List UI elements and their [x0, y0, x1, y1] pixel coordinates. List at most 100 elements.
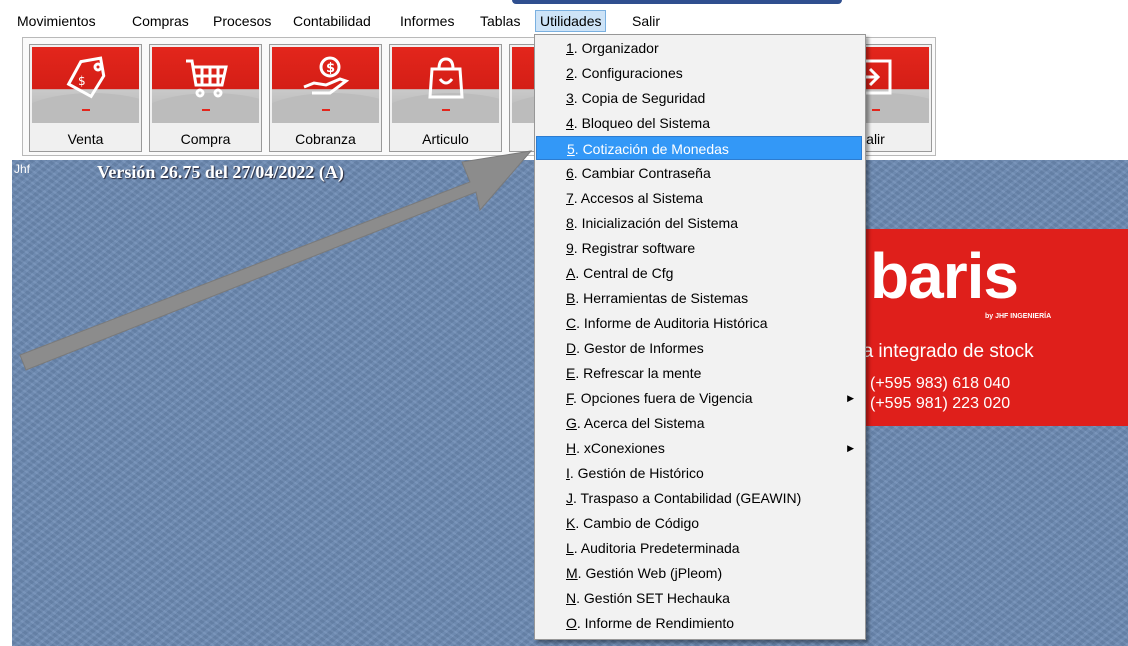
dropdown-item-label: . xConexiones [576, 440, 665, 456]
dropdown-item-accelerator: A [566, 265, 576, 281]
dropdown-item-accelerator: 2 [566, 65, 574, 81]
dropdown-item[interactable]: F. Opciones fuera de Vigencia ▶ [536, 386, 862, 410]
dropdown-item-label: . Registrar software [573, 240, 696, 256]
hand-coin-icon: $ [302, 56, 349, 95]
dropdown-item[interactable]: D. Gestor de Informes [536, 336, 862, 360]
dropdown-item-accelerator: L [566, 540, 574, 556]
dropdown-item[interactable]: O. Informe de Rendimiento [536, 611, 862, 635]
dropdown-item-label: . Auditoria Predeterminada [573, 540, 740, 556]
dropdown-item[interactable]: B. Herramientas de Sistemas [536, 286, 862, 310]
svg-text:$: $ [326, 61, 335, 76]
articulo-label: Articulo [422, 131, 469, 147]
dropdown-item[interactable]: 8. Inicialización del Sistema [536, 211, 862, 235]
submenu-arrow-icon: ▶ [847, 393, 854, 403]
dropdown-item-accelerator: 9 [566, 240, 574, 256]
dropdown-item[interactable]: 2. Configuraciones [536, 61, 862, 85]
dropdown-item[interactable]: 9. Registrar software [536, 236, 862, 260]
dropdown-item[interactable]: M. Gestión Web (jPleom) [536, 561, 862, 585]
dropdown-item-accelerator: F [566, 390, 573, 406]
dropdown-item[interactable]: 1. Organizador [536, 36, 862, 60]
title-accent [512, 0, 842, 4]
dropdown-item-label: . Acerca del Sistema [576, 415, 705, 431]
dropdown-item-accelerator: J [566, 490, 573, 506]
dropdown-item-label: . Gestión SET Hechauka [576, 590, 730, 606]
dropdown-item-label: . Bloqueo del Sistema [573, 115, 710, 131]
dropdown-item[interactable]: J. Traspaso a Contabilidad (GEAWIN) [536, 486, 862, 510]
dropdown-item-label: . Herramientas de Sistemas [575, 290, 749, 306]
dropdown-item-label: . Gestión de Histórico [569, 465, 704, 481]
cobranza-button[interactable]: $ Cobranza [269, 44, 382, 152]
dropdown-item[interactable]: 5. Cotización de Monedas [536, 136, 862, 160]
dropdown-item-accelerator: C [566, 315, 577, 331]
menu-salir[interactable]: Salir [630, 12, 662, 30]
brand-byline: by JHF INGENIERÍA [985, 313, 1052, 320]
dropdown-item-label: . Accesos al Sistema [573, 190, 703, 206]
dropdown-item-label: . Gestor de Informes [576, 340, 704, 356]
menu-informes[interactable]: Informes [398, 12, 456, 30]
menu-utilidades[interactable]: Utilidades [535, 10, 607, 32]
dropdown-item-accelerator: 4 [566, 115, 574, 131]
shopping-bag-icon [427, 57, 464, 99]
version-label: Versión 26.75 del 27/04/2022 (A) [97, 162, 344, 182]
dropdown-item[interactable]: 7. Accesos al Sistema [536, 186, 862, 210]
menu-bar: Movimientos Compras Procesos Contabilida… [12, 0, 1128, 34]
dropdown-item-label: . Cambiar Contraseña [573, 165, 711, 181]
dropdown-item[interactable]: 3. Copia de Seguridad [536, 86, 862, 110]
menu-contabilidad[interactable]: Contabilidad [291, 12, 373, 30]
dropdown-item[interactable]: H. xConexiones ▶ [536, 436, 862, 460]
compra-button[interactable]: Compra [149, 44, 262, 152]
menu-compras[interactable]: Compras [130, 12, 191, 30]
utilidades-dropdown-menu: 1. Organizador 2. Configuraciones 3. Copia… [534, 34, 866, 640]
articulo-button[interactable]: Articulo [389, 44, 502, 152]
dropdown-item-label: . Cotización de Monedas [574, 141, 729, 157]
dropdown-item[interactable]: L. Auditoria Predeterminada [536, 536, 862, 560]
tag-icon: $ [66, 56, 105, 99]
dropdown-item-accelerator: G [566, 415, 577, 431]
dropdown-item-accelerator: 5 [567, 141, 575, 157]
dropdown-item-accelerator: 3 [566, 90, 574, 106]
dropdown-item[interactable]: G. Acerca del Sistema [536, 411, 862, 435]
dropdown-item-label: . Inicialización del Sistema [573, 215, 738, 231]
dropdown-item-accelerator: D [566, 340, 577, 356]
venta-label: Venta [67, 131, 104, 147]
dropdown-item-label: . Opciones fuera de Vigencia [573, 390, 753, 406]
dropdown-item[interactable]: E. Refrescar la mente [536, 361, 862, 385]
dropdown-item-accelerator: B [566, 290, 576, 306]
venta-button-art: $ [32, 47, 139, 123]
dropdown-item-label: . Gestión Web (jPleom) [577, 565, 723, 581]
dropdown-item-label: . Traspaso a Contabilidad (GEAWIN) [573, 490, 802, 506]
dropdown-item-accelerator: K [566, 515, 576, 531]
cobranza-label: Cobranza [295, 131, 356, 147]
brand-phone-1: (+595 983) 618 040 [870, 375, 1011, 392]
dropdown-item[interactable]: 6. Cambiar Contraseña [536, 161, 862, 185]
submenu-arrow-icon: ▶ [847, 443, 854, 453]
dropdown-item-accelerator: 6 [566, 165, 574, 181]
dropdown-item[interactable]: C. Informe de Auditoria Histórica [536, 311, 862, 335]
dropdown-item-label: . Organizador [573, 40, 659, 56]
dropdown-item[interactable]: I. Gestión de Histórico [536, 461, 862, 485]
dropdown-item-label: . Refrescar la mente [575, 365, 702, 381]
menu-tablas[interactable]: Tablas [478, 12, 522, 30]
dropdown-item-accelerator: O [566, 615, 577, 631]
dropdown-item[interactable]: A. Central de Cfg [536, 261, 862, 285]
articulo-button-art [392, 47, 499, 123]
dropdown-item[interactable]: N. Gestión SET Hechauka [536, 586, 862, 610]
dropdown-item-accelerator: M [566, 565, 578, 581]
brand-logo: baris [870, 240, 1019, 312]
dropdown-item-accelerator: N [566, 590, 577, 606]
compra-label: Compra [180, 131, 231, 147]
venta-button[interactable]: $ Venta [29, 44, 142, 152]
svg-text:$: $ [78, 74, 86, 88]
shopping-cart-icon [185, 59, 228, 98]
menu-movimientos[interactable]: Movimientos [15, 12, 98, 30]
dropdown-item[interactable]: 4. Bloqueo del Sistema [536, 111, 862, 135]
dropdown-item-accelerator: H [566, 440, 577, 456]
menu-procesos[interactable]: Procesos [211, 12, 273, 30]
dropdown-item[interactable]: K. Cambio de Código [536, 511, 862, 535]
brand-phone-2: (+595 981) 223 020 [870, 395, 1011, 412]
dropdown-item-label: . Informe de Rendimiento [576, 615, 735, 631]
dropdown-item-label: . Central de Cfg [575, 265, 674, 281]
dropdown-item-accelerator: 7 [566, 190, 574, 206]
brand-tagline: na integrado de stock [852, 341, 1034, 362]
dropdown-item-label: . Configuraciones [573, 65, 683, 81]
